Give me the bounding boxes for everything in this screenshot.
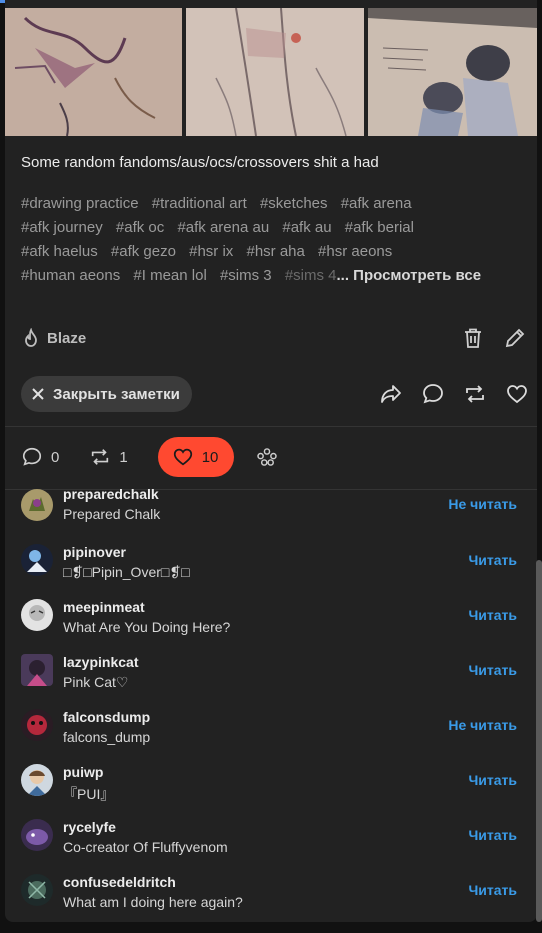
liker-display-name: falcons_dump [63,729,151,745]
liker-display-name: Prepared Chalk [63,506,161,522]
comment-icon[interactable] [421,382,445,406]
photo-3[interactable] [368,8,537,136]
liker-display-name: Pink Cat♡ [63,674,129,690]
follow-toggle[interactable]: Читать [468,607,517,623]
liker-row[interactable]: puiwp 『PUI』 Читать [5,764,525,819]
follow-toggle[interactable]: Читать [468,882,517,898]
avatar[interactable] [21,489,53,521]
tag[interactable]: #traditional art [152,195,247,212]
liker-row[interactable]: rycelyfe Co-creator Of Fluffyvenom Читат… [5,819,525,874]
reblog-icon[interactable] [463,382,487,406]
community-tab[interactable] [256,446,278,468]
tag[interactable]: #hsr aha [246,243,304,260]
follow-toggle[interactable]: Не читать [448,496,517,512]
tag-truncated[interactable]: #sims 4 [285,267,337,284]
follow-toggle[interactable]: Читать [468,662,517,678]
comment-icon [21,446,43,468]
close-notes-button[interactable]: Закрыть заметки [21,376,192,412]
tag[interactable]: #hsr aeons [318,243,392,260]
photo-set [5,8,537,136]
avatar[interactable] [21,819,53,851]
replies-count: 0 [51,448,60,466]
tag[interactable]: #afk au [282,219,331,236]
tag[interactable]: #afk oc [116,219,164,236]
photo-1[interactable] [5,8,182,136]
avatar[interactable] [21,599,53,631]
liker-display-name: Co-creator Of Fluffyvenom [63,839,228,855]
tag[interactable]: #afk journey [21,219,103,236]
liker-display-name: What Are You Doing Here? [63,619,231,635]
likes-count: 10 [201,448,219,466]
liker-row[interactable]: confusedeldritch What am I doing here ag… [5,874,525,922]
liker-display-name: □❡□Pipin_Over□❡□ [63,564,190,580]
share-icon[interactable] [379,382,403,406]
post-caption: Some random fandoms/aus/ocs/crossovers s… [21,154,379,171]
heart-icon [172,446,194,468]
liker-row[interactable]: lazypinkcat Pink Cat♡ Читать [5,654,525,709]
liker-row[interactable]: pipinover □❡□Pipin_Over□❡□ Читать [5,544,525,599]
liker-row[interactable]: preparedchalk Prepared Chalk Не читать [5,489,525,544]
liker-row[interactable]: falconsdump falcons_dump Не читать [5,709,525,764]
avatar[interactable] [21,654,53,686]
likes-tab[interactable]: 10 [157,437,235,477]
notes-stats: 0 1 10 [21,437,308,477]
liker-username[interactable]: lazypinkcat [63,654,138,670]
avatar[interactable] [21,709,53,741]
liker-username[interactable]: falconsdump [63,709,150,725]
liker-username[interactable]: confusedeldritch [63,874,176,890]
avatar[interactable] [21,544,53,576]
view-all-tags-link[interactable]: ... Просмотреть все [337,267,482,284]
liker-display-name: 『PUI』 [63,786,115,802]
liker-display-name: What am I doing here again? [63,894,243,910]
post-card: Some random fandoms/aus/ocs/crossovers s… [5,0,537,922]
follow-toggle[interactable]: Читать [468,827,517,843]
tag[interactable]: #I mean lol [133,267,206,284]
tag[interactable]: #afk haelus [21,243,98,260]
reblogs-count: 1 [119,448,128,466]
close-notes-label: Закрыть заметки [53,385,180,403]
liker-username[interactable]: rycelyfe [63,819,116,835]
tag[interactable]: #sketches [260,195,328,212]
tag[interactable]: #sims 3 [220,267,272,284]
heart-icon[interactable] [505,382,529,406]
tag[interactable]: #afk berial [345,219,414,236]
blaze-label: Blaze [47,329,87,347]
avatar[interactable] [21,874,53,906]
flame-icon [21,328,41,348]
trash-icon[interactable] [461,326,485,350]
tag-list: #drawing practice #traditional art #sket… [21,192,521,288]
tag[interactable]: #drawing practice [21,195,139,212]
likers-list: preparedchalk Prepared Chalk Не читать p… [5,489,537,922]
follow-toggle[interactable]: Читать [468,552,517,568]
scrollbar[interactable] [536,560,542,922]
divider [5,426,537,427]
community-icon [256,446,278,468]
reblog-icon [89,446,111,468]
liker-username[interactable]: puiwp [63,764,103,780]
pencil-icon[interactable] [503,326,527,350]
tag[interactable]: #afk gezo [111,243,176,260]
follow-toggle[interactable]: Читать [468,772,517,788]
photo-2[interactable] [186,8,364,136]
blaze-button[interactable]: Blaze [21,328,86,348]
tag[interactable]: #human aeons [21,267,120,284]
replies-tab[interactable]: 0 [21,446,59,468]
tag[interactable]: #hsr ix [189,243,233,260]
close-icon [31,387,45,401]
tag[interactable]: #afk arena [341,195,412,212]
follow-toggle[interactable]: Не читать [448,717,517,733]
tag[interactable]: #afk arena au [177,219,269,236]
liker-row[interactable]: meepinmeat What Are You Doing Here? Чита… [5,599,525,654]
liker-username[interactable]: preparedchalk [63,489,159,502]
avatar[interactable] [21,764,53,796]
reblogs-tab[interactable]: 1 [89,446,128,468]
liker-username[interactable]: pipinover [63,544,126,560]
liker-username[interactable]: meepinmeat [63,599,145,615]
